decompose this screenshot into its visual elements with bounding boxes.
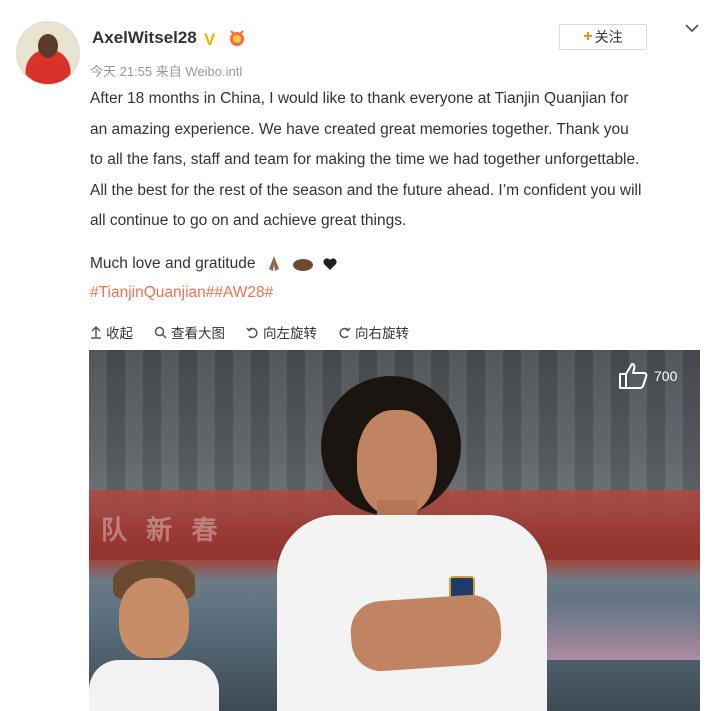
thumbs-up-icon <box>619 363 648 389</box>
follow-button[interactable]: + 关注 <box>559 24 647 50</box>
plus-icon: + <box>583 28 593 45</box>
avatar-shirt <box>31 60 65 84</box>
hashtag-tianjin[interactable]: #TianjinQuanjian# <box>90 284 214 301</box>
folded-hands-icon <box>268 255 279 271</box>
avatar-head <box>38 34 58 58</box>
rotate-left-button[interactable]: 向左旋转 <box>246 322 317 342</box>
rotate-right-icon <box>339 327 351 338</box>
hashtag-aw28[interactable]: #AW28# <box>214 284 273 301</box>
rotate-left-label: 向左旋转 <box>263 326 317 341</box>
post-photo[interactable]: 队 新 春 700 <box>89 350 700 711</box>
collapse-button[interactable]: 收起 <box>90 322 133 342</box>
rotate-left-icon <box>246 327 258 338</box>
photo-banner-text: 队 新 春 <box>101 515 224 545</box>
post-meta: 今天 21:55 来自 Weibo.intl <box>90 64 243 79</box>
handshake-icon <box>293 258 314 271</box>
rotate-right-label: 向右旋转 <box>355 326 409 341</box>
verified-badge-icon: V <box>204 30 216 49</box>
rotate-right-button[interactable]: 向右旋转 <box>338 322 409 342</box>
heart-icon <box>323 258 337 270</box>
post-text: After 18 months in China, I would like t… <box>90 90 642 229</box>
photo-teammate-body <box>89 660 219 711</box>
hashtags: #TianjinQuanjian##AW28# <box>90 280 273 306</box>
collapse-label: 收起 <box>106 326 133 341</box>
photo-player-arms <box>348 592 504 674</box>
chevron-down-icon[interactable] <box>684 22 700 34</box>
like-count: 700 <box>654 368 678 384</box>
view-large-button[interactable]: 查看大图 <box>154 322 225 342</box>
view-large-label: 查看大图 <box>171 326 225 341</box>
like-button[interactable]: 700 <box>618 362 677 390</box>
follow-label: 关注 <box>594 29 623 45</box>
search-icon <box>154 326 167 339</box>
closing-text: Much love and gratitude <box>90 255 256 272</box>
medal-icon[interactable] <box>227 29 247 47</box>
collapse-icon <box>91 325 101 339</box>
image-toolbar: 收起 查看大图 向左旋转 向右旋转 <box>90 321 430 343</box>
post-closing: Much love and gratitude <box>90 250 338 278</box>
photo-teammate-face <box>119 578 189 658</box>
avatar[interactable] <box>16 21 80 85</box>
username[interactable]: AxelWitsel28 <box>92 28 197 48</box>
